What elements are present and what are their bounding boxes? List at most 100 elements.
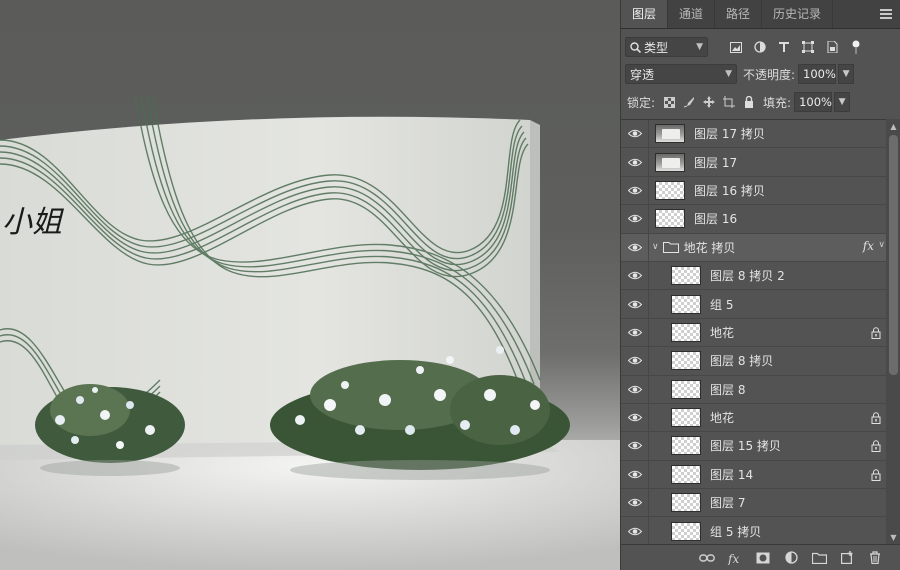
visibility-eye-icon[interactable] bbox=[621, 261, 649, 290]
tab-paths[interactable]: 路径 bbox=[715, 0, 763, 28]
opacity-label: 不透明度: bbox=[743, 67, 796, 82]
layer-filter-label: 类型 bbox=[644, 40, 669, 55]
tab-history[interactable]: 历史记录 bbox=[762, 0, 834, 28]
fill-label: 填充: bbox=[763, 95, 792, 110]
visibility-eye-icon[interactable] bbox=[621, 120, 649, 148]
layer-name: 图层 16 bbox=[694, 212, 738, 227]
link-layers-icon[interactable] bbox=[697, 548, 717, 568]
filter-shape-icon[interactable] bbox=[798, 37, 818, 57]
lock-label: 锁定: bbox=[627, 95, 656, 110]
panel-menu-icon[interactable] bbox=[872, 0, 900, 28]
layer-thumbnail bbox=[671, 493, 701, 513]
layer-name: 地花 bbox=[710, 325, 735, 340]
fill-input[interactable]: 100% bbox=[794, 92, 833, 112]
visibility-eye-icon[interactable] bbox=[621, 318, 649, 347]
visibility-eye-icon[interactable] bbox=[621, 375, 649, 403]
lock-position-icon[interactable] bbox=[699, 92, 719, 112]
layer-name: 图层 17 拷贝 bbox=[694, 127, 765, 142]
delete-layer-trash-icon[interactable] bbox=[865, 548, 885, 568]
layer-name: 图层 8 拷贝 2 bbox=[710, 269, 785, 284]
layer-thumbnail bbox=[671, 521, 701, 541]
layer-row[interactable]: 图层 8 拷贝 2 bbox=[621, 261, 886, 291]
visibility-eye-icon[interactable] bbox=[621, 432, 649, 460]
layer-name: 图层 8 bbox=[710, 382, 746, 397]
layer-thumbnail bbox=[671, 408, 701, 428]
new-group-folder-icon[interactable] bbox=[809, 548, 829, 568]
layers-panel: 图层 通道 路径 历史记录 类型 ▼ 穿透 ▼ 不透明度: 100% ▼ 锁定:… bbox=[620, 0, 900, 570]
folder-icon bbox=[662, 241, 679, 254]
layer-name: 图层 7 bbox=[710, 496, 746, 511]
layer-row[interactable]: 组 5 拷贝 bbox=[621, 517, 886, 544]
panel-tab-bar: 图层 通道 路径 历史记录 bbox=[621, 0, 900, 29]
add-layer-style-fx-icon[interactable]: fx bbox=[725, 548, 745, 568]
new-adjustment-layer-icon[interactable] bbox=[781, 548, 801, 568]
group-expand-chevron-icon[interactable]: ∨ bbox=[652, 242, 659, 252]
layers-panel-footer: fx bbox=[621, 544, 900, 570]
layer-row[interactable]: 组 5 bbox=[621, 290, 886, 319]
visibility-eye-icon[interactable] bbox=[621, 205, 649, 233]
visibility-eye-icon[interactable] bbox=[621, 489, 649, 517]
new-layer-icon[interactable] bbox=[837, 548, 857, 568]
filter-pixel-icon[interactable] bbox=[726, 37, 746, 57]
layer-name: 组 5 拷贝 bbox=[710, 524, 762, 539]
visibility-eye-icon[interactable] bbox=[621, 517, 649, 544]
visibility-eye-icon[interactable] bbox=[621, 403, 649, 432]
fill-dropdown-button[interactable]: ▼ bbox=[834, 92, 851, 112]
visibility-eye-icon[interactable] bbox=[621, 290, 649, 318]
layer-thumbnail bbox=[671, 379, 701, 399]
blend-mode-value: 穿透 bbox=[630, 67, 655, 82]
lock-all-icon[interactable] bbox=[739, 92, 759, 112]
lock-artboard-icon[interactable] bbox=[719, 92, 739, 112]
tab-layers[interactable]: 图层 bbox=[621, 0, 669, 28]
layer-name: 图层 14 bbox=[710, 467, 754, 482]
filter-smart-object-icon[interactable] bbox=[822, 37, 842, 57]
effects-chevron-icon[interactable]: ∨ bbox=[878, 240, 885, 250]
layer-effects-fx-icon[interactable]: fx bbox=[863, 239, 874, 253]
layer-thumbnail bbox=[671, 294, 701, 314]
scroll-up-arrow-icon[interactable]: ▲ bbox=[886, 119, 900, 133]
tab-channels[interactable]: 通道 bbox=[668, 0, 716, 28]
filter-adjustment-icon[interactable] bbox=[750, 37, 770, 57]
visibility-eye-icon[interactable] bbox=[621, 460, 649, 489]
lock-icon bbox=[869, 411, 883, 425]
lock-transparent-pixels-icon[interactable] bbox=[659, 92, 679, 112]
filter-type-icon[interactable] bbox=[774, 37, 794, 57]
layer-name: 组 5 bbox=[710, 297, 734, 312]
layer-row[interactable]: 地花 bbox=[621, 403, 886, 433]
add-mask-icon[interactable] bbox=[753, 548, 773, 568]
layer-name: 图层 15 拷贝 bbox=[710, 439, 781, 454]
visibility-eye-icon[interactable] bbox=[621, 233, 649, 261]
layer-filter-dropdown[interactable]: 类型 ▼ bbox=[625, 37, 708, 57]
lock-image-pixels-icon[interactable] bbox=[679, 92, 699, 112]
layer-group-row[interactable]: ∨ 地花 拷贝 fx ∨ bbox=[621, 233, 886, 262]
opacity-input[interactable]: 100% bbox=[798, 64, 837, 84]
layer-row[interactable]: 图层 8 bbox=[621, 375, 886, 404]
visibility-eye-icon[interactable] bbox=[621, 148, 649, 176]
layer-name: 图层 8 拷贝 bbox=[710, 354, 774, 369]
layer-row[interactable]: 地花 bbox=[621, 318, 886, 348]
layer-thumbnail bbox=[671, 436, 701, 456]
layer-thumbnail bbox=[655, 124, 685, 144]
visibility-eye-icon[interactable] bbox=[621, 176, 649, 205]
opacity-dropdown-button[interactable]: ▼ bbox=[838, 64, 855, 84]
layer-thumbnail bbox=[671, 464, 701, 484]
layer-row[interactable]: 图层 17 bbox=[621, 148, 886, 177]
layer-row[interactable]: 图层 16 拷贝 bbox=[621, 176, 886, 206]
filter-toggle-icon[interactable] bbox=[846, 37, 866, 57]
layer-row[interactable]: 图层 7 bbox=[621, 489, 886, 518]
scrollbar-thumb[interactable] bbox=[889, 135, 898, 375]
layer-row[interactable]: 图层 16 bbox=[621, 205, 886, 234]
layer-row[interactable]: 图层 17 拷贝 bbox=[621, 120, 886, 149]
scroll-down-arrow-icon[interactable]: ▼ bbox=[886, 530, 900, 544]
visibility-eye-icon[interactable] bbox=[621, 347, 649, 375]
svg-text:fx: fx bbox=[727, 552, 739, 565]
layer-list-scrollbar[interactable]: ▲ ▼ bbox=[886, 119, 900, 544]
search-icon bbox=[630, 41, 641, 53]
layer-thumbnail bbox=[671, 322, 701, 342]
blend-mode-dropdown[interactable]: 穿透 ▼ bbox=[625, 64, 737, 84]
wedding-backdrop-artwork: 小姐 bbox=[0, 94, 620, 570]
layer-row[interactable]: 图层 15 拷贝 bbox=[621, 432, 886, 461]
document-canvas[interactable]: 小姐 bbox=[0, 0, 620, 570]
layer-row[interactable]: 图层 14 bbox=[621, 460, 886, 490]
layer-row[interactable]: 图层 8 拷贝 bbox=[621, 347, 886, 376]
